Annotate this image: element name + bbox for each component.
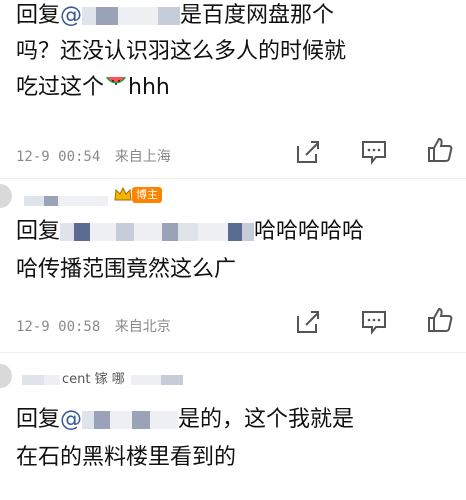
comment-text-line: 吃过这个 hhh bbox=[16, 74, 170, 100]
divider bbox=[0, 178, 466, 179]
reply-prefix: 回复 bbox=[16, 3, 61, 28]
timestamp: 12-9 00:54 bbox=[16, 149, 101, 165]
location: 来自北京 bbox=[114, 319, 171, 335]
watermelon-icon bbox=[104, 74, 128, 96]
comment-text-line: 在石的黑料楼里看到的 bbox=[16, 445, 237, 470]
author-badge: 博主 bbox=[132, 187, 162, 203]
comment-text-line: 回复@ 是百度网盘那个 bbox=[16, 0, 334, 32]
comment-text: 是百度网盘那个 bbox=[180, 3, 335, 28]
comment-meta: 12-9 00:54 来自上海 bbox=[16, 146, 171, 166]
comment-text-line: 吗？还没认识羽这么多人的时候就 bbox=[16, 39, 347, 64]
timestamp: 12-9 00:58 bbox=[16, 319, 101, 335]
comment-text-line: 回复 哈哈哈哈哈 bbox=[16, 219, 365, 244]
divider bbox=[0, 352, 466, 353]
like-icon[interactable] bbox=[426, 306, 454, 334]
avatar[interactable] bbox=[0, 364, 12, 388]
share-icon[interactable] bbox=[294, 138, 322, 166]
mention-link[interactable] bbox=[60, 219, 255, 244]
location: 来自上海 bbox=[114, 149, 171, 165]
mention-link[interactable]: @ bbox=[60, 407, 179, 432]
like-icon[interactable] bbox=[426, 136, 454, 164]
comment-icon[interactable] bbox=[360, 308, 388, 336]
comment-icon[interactable] bbox=[360, 138, 388, 166]
comment-text-line: 回复@ 是的，这个我就是 bbox=[16, 407, 355, 432]
username-redacted[interactable] bbox=[24, 190, 108, 209]
share-icon[interactable] bbox=[294, 308, 322, 336]
crown-icon bbox=[114, 186, 132, 201]
username[interactable]: cent 镓 哪 bbox=[22, 368, 183, 387]
avatar[interactable] bbox=[0, 184, 12, 208]
comment-meta: 12-9 00:58 来自北京 bbox=[16, 316, 171, 336]
mention-link[interactable]: @ bbox=[60, 3, 181, 28]
comment-text-line: 哈传播范围竟然这么广 bbox=[16, 257, 237, 282]
